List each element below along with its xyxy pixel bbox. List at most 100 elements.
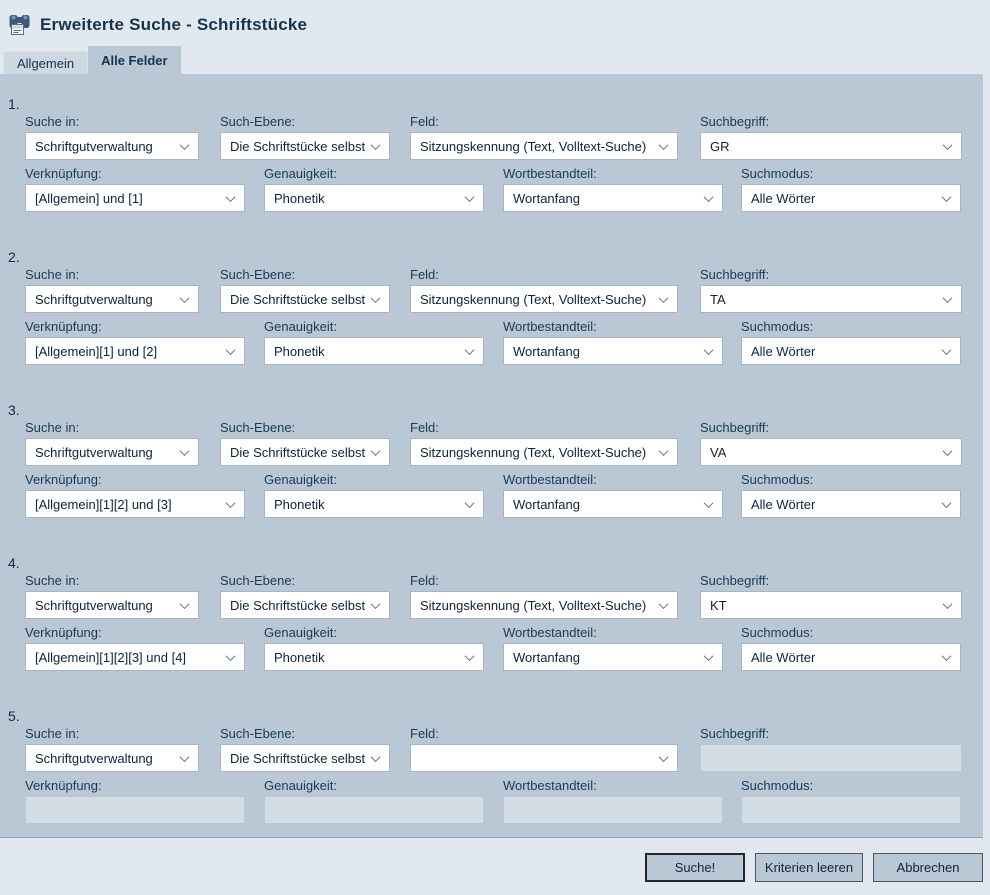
select-value: Alle Wörter: [751, 191, 815, 206]
binoculars-search-icon: [8, 14, 32, 36]
field-group-suchbegriff: Suchbegriff: GR: [700, 114, 962, 160]
field-group-such-ebene: Such-Ebene: Die Schriftstücke selbst: [220, 267, 390, 313]
section4-suchmodus-select[interactable]: Alle Wörter: [741, 643, 961, 671]
section4-suchbegriff-select[interactable]: KT: [700, 591, 962, 619]
field-group-such-ebene: Such-Ebene: Die Schriftstücke selbst: [220, 573, 390, 619]
tab-allgemein[interactable]: Allgemein: [3, 51, 88, 74]
chevron-down-icon: [371, 293, 381, 303]
genauigkeit-label: Genauigkeit:: [264, 472, 484, 487]
section2-feld-select[interactable]: Sitzungskennung (Text, Volltext-Suche): [410, 285, 678, 313]
select-value: Die Schriftstücke selbst: [230, 598, 365, 613]
field-group-suche-in: Suche in: Schriftgutverwaltung: [25, 114, 199, 160]
dialog-header: Erweiterte Suche - Schriftstücke: [0, 0, 990, 46]
suchbegriff-label: Suchbegriff:: [700, 267, 962, 282]
section2-genauigkeit-select[interactable]: Phonetik: [264, 337, 484, 365]
wortbestandteil-label: Wortbestandteil:: [503, 166, 723, 181]
suche-button[interactable]: Suche!: [645, 853, 745, 882]
section-number: 2.: [0, 249, 983, 267]
section2-wortbestandteil-select[interactable]: Wortanfang: [503, 337, 723, 365]
section4-genauigkeit-select[interactable]: Phonetik: [264, 643, 484, 671]
chevron-down-icon: [226, 498, 236, 508]
suchbegriff-label: Suchbegriff:: [700, 726, 962, 741]
section1-row2: Verknüpfung: [Allgemein] und [1] Genauig…: [0, 166, 983, 212]
select-value: Phonetik: [274, 650, 325, 665]
select-value: Sitzungskennung (Text, Volltext-Suche): [420, 445, 646, 460]
field-group-suche-in: Suche in: Schriftgutverwaltung: [25, 420, 199, 466]
field-group-suchbegriff: Suchbegriff: KT: [700, 573, 962, 619]
field-group-genauigkeit: Genauigkeit: Phonetik: [264, 166, 484, 212]
select-value: Alle Wörter: [751, 344, 815, 359]
criteria-section-3: 3. Suche in: Schriftgutverwaltung Such-E…: [0, 402, 983, 518]
section4-wortbestandteil-select[interactable]: Wortanfang: [503, 643, 723, 671]
chevron-down-icon: [943, 446, 953, 456]
such-ebene-label: Such-Ebene:: [220, 573, 390, 588]
field-group-genauigkeit: Genauigkeit: Phonetik: [264, 472, 484, 518]
suche-in-label: Suche in:: [25, 726, 199, 741]
select-value: VA: [710, 445, 726, 460]
chevron-down-icon: [942, 345, 952, 355]
section3-genauigkeit-select[interactable]: Phonetik: [264, 490, 484, 518]
section4-verknuepfung-select[interactable]: [Allgemein][1][2][3] und [4]: [25, 643, 245, 671]
section1-suchmodus-select[interactable]: Alle Wörter: [741, 184, 961, 212]
section5-suche-in-select[interactable]: Schriftgutverwaltung: [25, 744, 199, 772]
section2-such-ebene-select[interactable]: Die Schriftstücke selbst: [220, 285, 390, 313]
section1-suchbegriff-select[interactable]: GR: [700, 132, 962, 160]
section1-suche-in-select[interactable]: Schriftgutverwaltung: [25, 132, 199, 160]
chevron-down-icon: [180, 293, 190, 303]
section3-suche-in-select[interactable]: Schriftgutverwaltung: [25, 438, 199, 466]
section3-wortbestandteil-select[interactable]: Wortanfang: [503, 490, 723, 518]
section1-feld-select[interactable]: Sitzungskennung (Text, Volltext-Suche): [410, 132, 678, 160]
chevron-down-icon: [465, 192, 475, 202]
field-group-suchmodus: Suchmodus: Alle Wörter: [741, 625, 961, 671]
select-value: Schriftgutverwaltung: [35, 751, 153, 766]
field-group-wortbestandteil: Wortbestandteil: Wortanfang: [503, 166, 723, 212]
section1-genauigkeit-select[interactable]: Phonetik: [264, 184, 484, 212]
field-group-verknuepfung: Verknüpfung: [Allgemein] und [1]: [25, 166, 245, 212]
tab-alle-felder[interactable]: Alle Felder: [88, 46, 180, 74]
chevron-down-icon: [704, 192, 714, 202]
section2-row1: Suche in: Schriftgutverwaltung Such-Eben…: [0, 267, 983, 313]
chevron-down-icon: [180, 446, 190, 456]
section2-suche-in-select[interactable]: Schriftgutverwaltung: [25, 285, 199, 313]
section1-wortbestandteil-select[interactable]: Wortanfang: [503, 184, 723, 212]
chevron-down-icon: [226, 345, 236, 355]
criteria-section-2: 2. Suche in: Schriftgutverwaltung Such-E…: [0, 249, 983, 365]
section4-such-ebene-select[interactable]: Die Schriftstücke selbst: [220, 591, 390, 619]
field-group-such-ebene: Such-Ebene: Die Schriftstücke selbst: [220, 114, 390, 160]
section2-suchmodus-select[interactable]: Alle Wörter: [741, 337, 961, 365]
section2-row2: Verknüpfung: [Allgemein][1] und [2] Gena…: [0, 319, 983, 365]
field-group-genauigkeit: Genauigkeit: Phonetik: [264, 319, 484, 365]
section2-suchbegriff-select[interactable]: TA: [700, 285, 962, 313]
chevron-down-icon: [371, 752, 381, 762]
section1-verknuepfung-select[interactable]: [Allgemein] und [1]: [25, 184, 245, 212]
section1-such-ebene-select[interactable]: Die Schriftstücke selbst: [220, 132, 390, 160]
section5-such-ebene-select[interactable]: Die Schriftstücke selbst: [220, 744, 390, 772]
suche-in-label: Suche in:: [25, 420, 199, 435]
field-group-verknuepfung: Verknüpfung: [Allgemein][1][2] und [3]: [25, 472, 245, 518]
chevron-down-icon: [180, 599, 190, 609]
section3-suchbegriff-select[interactable]: VA: [700, 438, 962, 466]
field-group-such-ebene: Such-Ebene: Die Schriftstücke selbst: [220, 420, 390, 466]
chevron-down-icon: [942, 192, 952, 202]
section5-feld-select[interactable]: [410, 744, 678, 772]
select-value: GR: [710, 139, 730, 154]
select-value: [Allgemein][1][2] und [3]: [35, 497, 172, 512]
section4-row2: Verknüpfung: [Allgemein][1][2][3] und [4…: [0, 625, 983, 671]
field-group-suche-in: Suche in: Schriftgutverwaltung: [25, 726, 199, 772]
section3-feld-select[interactable]: Sitzungskennung (Text, Volltext-Suche): [410, 438, 678, 466]
search-criteria-panel: 1. Suche in: Schriftgutverwaltung Such-E…: [0, 74, 983, 838]
section4-feld-select[interactable]: Sitzungskennung (Text, Volltext-Suche): [410, 591, 678, 619]
wortbestandteil-label: Wortbestandteil:: [503, 319, 723, 334]
kriterien-leeren-button[interactable]: Kriterien leeren: [755, 853, 863, 882]
section3-suchmodus-select[interactable]: Alle Wörter: [741, 490, 961, 518]
genauigkeit-label: Genauigkeit:: [264, 319, 484, 334]
abbrechen-button[interactable]: Abbrechen: [873, 853, 983, 882]
section2-verknuepfung-select[interactable]: [Allgemein][1] und [2]: [25, 337, 245, 365]
section3-verknuepfung-select[interactable]: [Allgemein][1][2] und [3]: [25, 490, 245, 518]
chevron-down-icon: [180, 140, 190, 150]
select-value: Die Schriftstücke selbst: [230, 139, 365, 154]
chevron-down-icon: [180, 752, 190, 762]
section4-suche-in-select[interactable]: Schriftgutverwaltung: [25, 591, 199, 619]
section3-such-ebene-select[interactable]: Die Schriftstücke selbst: [220, 438, 390, 466]
verknuepfung-label: Verknüpfung:: [25, 319, 245, 334]
